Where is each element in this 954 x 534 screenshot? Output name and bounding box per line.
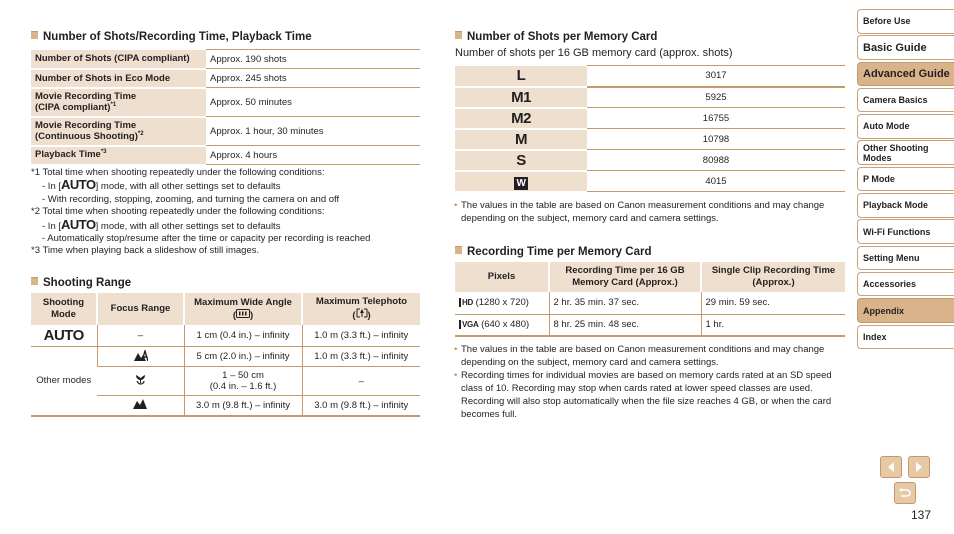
sidebar-item-index[interactable]: Index [857,324,954,350]
note-item: The values in the table are based on Can… [454,199,850,225]
sidebar-item-before-use[interactable]: Before Use [857,9,954,34]
shots-subtitle: Number of shots per 16 GB memory card (a… [455,47,733,59]
sidebar-item-other-shooting-modes[interactable]: Other Shooting Modes [857,140,954,165]
next-page-button[interactable] [908,456,930,478]
table-row: Other modes 5 cm (2.0 in.) – infinity 1.… [31,346,420,417]
table-row: Number of Shots (CIPA compliant) Approx.… [31,49,420,70]
sidebar-item-setting-menu[interactable]: Setting Menu [857,245,954,271]
sidebar-item-advanced-guide[interactable]: Advanced Guide [857,61,954,87]
table-header: Shooting Mode Focus Range Maximum Wide A… [31,293,420,325]
shots-notes: The values in the table are based on Can… [454,199,850,225]
section-marker-icon [455,30,462,39]
prev-page-button[interactable] [880,456,902,478]
page-number: 137 [911,508,932,522]
arrow-left-icon [888,462,894,472]
sidebar-item-camera-basics[interactable]: Camera Basics [857,87,954,113]
auto-mode-icon: AUTO [43,327,85,344]
sidebar-item-p-mode[interactable]: P Mode [857,166,954,192]
section-title-battery: Number of Shots/Recording Time, Playback… [31,30,312,43]
table-row: M2 16755 [455,107,845,130]
section-title-recording: Recording Time per Memory Card [455,245,651,258]
table-row: HD (1280 x 720) 2 hr. 35 min. 37 sec. 29… [455,292,845,315]
section-title-shots: Number of Shots per Memory Card [455,30,657,43]
table-row: VGA (640 x 480) 8 hr. 25 min. 48 sec. 1 … [455,314,845,337]
wide-angle-icon: () [232,308,254,321]
shooting-range-table: Shooting Mode Focus Range Maximum Wide A… [31,293,420,417]
sidebar-item-auto-mode[interactable]: Auto Mode [857,114,954,139]
footnotes: *1 Total time when shooting repeatedly u… [31,167,371,257]
auto-macro-icon [96,346,184,367]
table-row: M 10798 [455,128,845,151]
arrow-right-icon [916,462,922,472]
sidebar-item-appendix[interactable]: Appendix [857,298,954,323]
sidebar-item-basic-guide[interactable]: Basic Guide [857,35,954,60]
sidebar-item-accessories[interactable]: Accessories [857,271,954,297]
recording-notes: The values in the table are based on Can… [454,343,850,421]
table-row: Number of Shots in Eco Mode Approx. 245 … [31,68,420,89]
sidebar-item-playback-mode[interactable]: Playback Mode [857,193,954,218]
image-size-icon: M [455,128,587,151]
image-size-icon: M1 [455,86,587,109]
table-row: Movie Recording Time (CIPA compliant)*1 A… [31,87,420,118]
return-button[interactable] [894,482,916,504]
table-row: Movie Recording Time (Continuous Shooting… [31,116,420,147]
table-row: S 80988 [455,149,845,172]
movie-hd-icon: HD [459,298,473,308]
chapter-sidebar: Before Use Basic Guide Advanced Guide Ca… [857,9,954,351]
image-size-icon: L [455,65,587,88]
table-header: Pixels Recording Time per 16 GB Memory C… [455,262,845,292]
section-marker-icon [455,245,462,254]
note-item: The values in the table are based on Can… [454,343,850,369]
shots-per-card-table: L 3017 M1 5925 M2 16755 M 10798 S 80988 W 4015 [455,65,845,193]
image-size-icon: S [455,149,587,172]
sidebar-item-wifi-functions[interactable]: Wi-Fi Functions [857,219,954,244]
table-row: W 4015 [455,170,845,193]
table-row: Playback Time*3 Approx. 4 hours [31,145,420,166]
battery-table: Number of Shots (CIPA compliant) Approx.… [31,49,420,166]
wide-size-icon: W [513,176,529,190]
image-size-icon: M2 [455,107,587,130]
infinity-mountain-icon [97,395,184,417]
section-title-range: Shooting Range [31,276,131,289]
table-row: L 3017 [455,65,845,88]
telephoto-icon: () [352,308,371,321]
note-item: Recording times for individual movies ar… [454,369,850,421]
auto-mode-icon: AUTO [61,177,96,193]
section-marker-icon [31,276,38,285]
macro-icon [97,366,184,396]
auto-mode-icon: AUTO [61,216,96,232]
section-marker-icon [31,30,38,39]
table-row: M1 5925 [455,86,845,109]
table-row: AUTO – 1 cm (0.4 in.) – infinity 1.0 m (… [31,325,420,347]
movie-vga-icon: VGA [459,320,479,330]
return-icon [899,488,911,497]
recording-time-table: Pixels Recording Time per 16 GB Memory C… [455,262,845,337]
